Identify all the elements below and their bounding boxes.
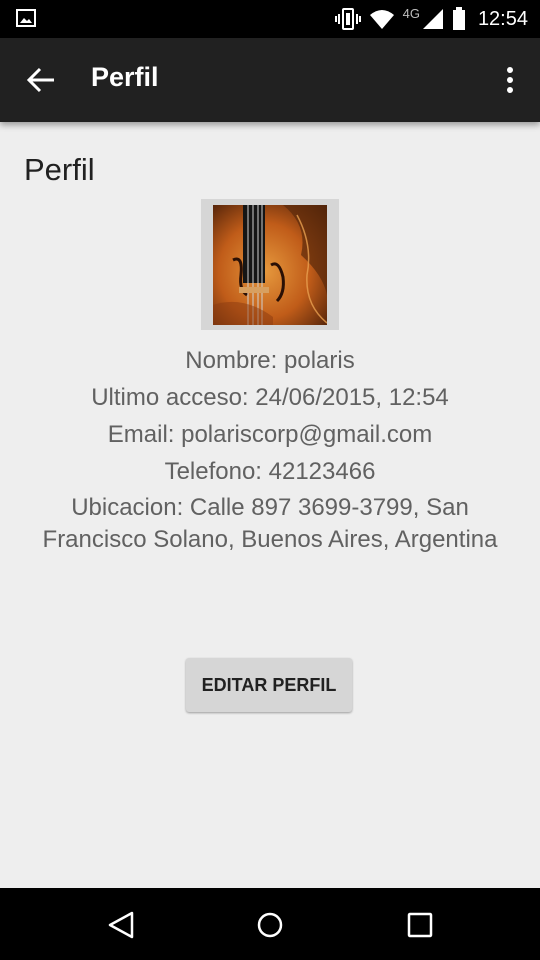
violin-image	[213, 205, 327, 325]
wifi-icon	[369, 10, 394, 29]
page-heading: Perfil	[24, 152, 95, 187]
profile-location: Ubicacion: Calle 897 3699-3799, San Fran…	[42, 494, 498, 553]
app-bar-title: Perfil	[91, 62, 159, 92]
overflow-menu-icon[interactable]	[506, 66, 514, 94]
nav-recents-icon[interactable]	[405, 910, 435, 940]
profile-content: Perfil Nombre: polaris Ultimo acceso: 24…	[0, 122, 540, 888]
avatar	[201, 199, 339, 330]
app-bar: Perfil	[0, 38, 540, 122]
battery-icon	[452, 7, 465, 30]
profile-phone: Telefono: 42123466	[164, 458, 376, 485]
status-time: 12:54	[477, 7, 528, 30]
profile-email: Email: polariscorp@gmail.com	[107, 421, 433, 448]
status-icons: 4G 12:54	[334, 0, 528, 38]
profile-info: Nombre: polaris Ultimo acceso: 24/06/201…	[30, 342, 510, 556]
nav-back-icon[interactable]	[106, 910, 136, 940]
vibrate-icon	[334, 8, 361, 30]
cell-signal-icon	[422, 9, 443, 29]
gallery-notification-icon	[16, 9, 36, 27]
back-arrow-icon[interactable]	[26, 66, 56, 94]
profile-last-access: Ultimo acceso: 24/06/2015, 12:54	[91, 384, 449, 411]
edit-profile-button[interactable]: EDITAR PERFIL	[186, 658, 352, 712]
network-type-label: 4G	[402, 5, 420, 21]
status-bar: 4G 12:54	[0, 0, 540, 38]
navigation-bar	[0, 888, 540, 960]
profile-name: Nombre: polaris	[185, 347, 355, 374]
nav-home-icon[interactable]	[255, 910, 285, 940]
